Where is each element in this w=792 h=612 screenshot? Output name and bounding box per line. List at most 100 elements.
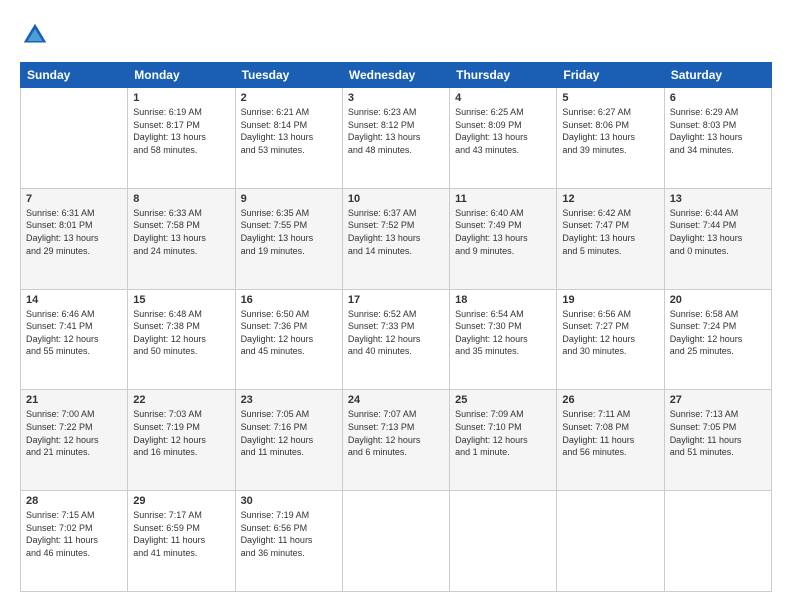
logo-icon <box>20 20 50 50</box>
day-number: 19 <box>562 294 658 306</box>
day-number: 29 <box>133 495 229 507</box>
day-number: 4 <box>455 92 551 104</box>
day-info: Sunrise: 6:23 AMSunset: 8:12 PMDaylight:… <box>348 106 444 156</box>
day-info: Sunrise: 7:17 AMSunset: 6:59 PMDaylight:… <box>133 509 229 559</box>
day-number: 25 <box>455 394 551 406</box>
day-number: 14 <box>26 294 122 306</box>
day-info: Sunrise: 6:27 AMSunset: 8:06 PMDaylight:… <box>562 106 658 156</box>
day-number: 11 <box>455 193 551 205</box>
day-number: 22 <box>133 394 229 406</box>
logo <box>20 20 54 50</box>
calendar-header-thursday: Thursday <box>450 63 557 88</box>
day-info: Sunrise: 6:48 AMSunset: 7:38 PMDaylight:… <box>133 308 229 358</box>
day-info: Sunrise: 6:37 AMSunset: 7:52 PMDaylight:… <box>348 207 444 257</box>
calendar-cell: 5 Sunrise: 6:27 AMSunset: 8:06 PMDaylight… <box>557 88 664 189</box>
day-info: Sunrise: 7:00 AMSunset: 7:22 PMDaylight:… <box>26 408 122 458</box>
calendar-cell <box>557 491 664 592</box>
calendar-week-4: 21 Sunrise: 7:00 AMSunset: 7:22 PMDayligh… <box>21 390 772 491</box>
day-number: 6 <box>670 92 766 104</box>
day-info: Sunrise: 7:07 AMSunset: 7:13 PMDaylight:… <box>348 408 444 458</box>
calendar-week-5: 28 Sunrise: 7:15 AMSunset: 7:02 PMDayligh… <box>21 491 772 592</box>
calendar-cell: 19 Sunrise: 6:56 AMSunset: 7:27 PMDayligh… <box>557 289 664 390</box>
day-number: 26 <box>562 394 658 406</box>
day-info: Sunrise: 6:31 AMSunset: 8:01 PMDaylight:… <box>26 207 122 257</box>
calendar-cell: 11Sunrise: 6:40 AMSunset: 7:49 PMDayligh… <box>450 188 557 289</box>
calendar-table: SundayMondayTuesdayWednesdayThursdayFrid… <box>20 62 772 592</box>
day-number: 27 <box>670 394 766 406</box>
calendar-cell: 30Sunrise: 7:19 AMSunset: 6:56 PMDayligh… <box>235 491 342 592</box>
day-info: Sunrise: 6:19 AMSunset: 8:17 PMDaylight:… <box>133 106 229 156</box>
day-info: Sunrise: 7:11 AMSunset: 7:08 PMDaylight:… <box>562 408 658 458</box>
calendar-cell: 18 Sunrise: 6:54 AMSunset: 7:30 PMDayligh… <box>450 289 557 390</box>
calendar-cell <box>450 491 557 592</box>
day-info: Sunrise: 7:13 AMSunset: 7:05 PMDaylight:… <box>670 408 766 458</box>
day-info: Sunrise: 6:25 AMSunset: 8:09 PMDaylight:… <box>455 106 551 156</box>
day-info: Sunrise: 6:46 AMSunset: 7:41 PMDaylight:… <box>26 308 122 358</box>
calendar-header-row: SundayMondayTuesdayWednesdayThursdayFrid… <box>21 63 772 88</box>
day-number: 1 <box>133 92 229 104</box>
day-info: Sunrise: 6:50 AMSunset: 7:36 PMDaylight:… <box>241 308 337 358</box>
calendar-week-3: 14 Sunrise: 6:46 AMSunset: 7:41 PMDayligh… <box>21 289 772 390</box>
page-header <box>20 20 772 50</box>
day-number: 13 <box>670 193 766 205</box>
day-info: Sunrise: 6:33 AMSunset: 7:58 PMDaylight:… <box>133 207 229 257</box>
calendar-cell <box>664 491 771 592</box>
calendar-cell: 25 Sunrise: 7:09 AMSunset: 7:10 PMDayligh… <box>450 390 557 491</box>
calendar-cell: 21 Sunrise: 7:00 AMSunset: 7:22 PMDayligh… <box>21 390 128 491</box>
calendar-header-sunday: Sunday <box>21 63 128 88</box>
calendar-cell: 20Sunrise: 6:58 AMSunset: 7:24 PMDayligh… <box>664 289 771 390</box>
calendar-cell: 7 Sunrise: 6:31 AMSunset: 8:01 PMDaylight… <box>21 188 128 289</box>
day-number: 3 <box>348 92 444 104</box>
calendar-cell: 13 Sunrise: 6:44 AMSunset: 7:44 PMDayligh… <box>664 188 771 289</box>
day-number: 15 <box>133 294 229 306</box>
day-number: 24 <box>348 394 444 406</box>
day-number: 28 <box>26 495 122 507</box>
day-info: Sunrise: 6:29 AMSunset: 8:03 PMDaylight:… <box>670 106 766 156</box>
day-number: 5 <box>562 92 658 104</box>
day-number: 20 <box>670 294 766 306</box>
calendar-cell: 10 Sunrise: 6:37 AMSunset: 7:52 PMDayligh… <box>342 188 449 289</box>
day-number: 12 <box>562 193 658 205</box>
calendar-week-2: 7 Sunrise: 6:31 AMSunset: 8:01 PMDaylight… <box>21 188 772 289</box>
day-info: Sunrise: 7:15 AMSunset: 7:02 PMDaylight:… <box>26 509 122 559</box>
day-info: Sunrise: 6:56 AMSunset: 7:27 PMDaylight:… <box>562 308 658 358</box>
day-info: Sunrise: 6:52 AMSunset: 7:33 PMDaylight:… <box>348 308 444 358</box>
calendar-week-1: 1 Sunrise: 6:19 AMSunset: 8:17 PMDaylight… <box>21 88 772 189</box>
day-number: 16 <box>241 294 337 306</box>
calendar-cell: 1 Sunrise: 6:19 AMSunset: 8:17 PMDaylight… <box>128 88 235 189</box>
calendar-header-friday: Friday <box>557 63 664 88</box>
day-info: Sunrise: 7:19 AMSunset: 6:56 PMDaylight:… <box>241 509 337 559</box>
calendar-cell: 12Sunrise: 6:42 AMSunset: 7:47 PMDayligh… <box>557 188 664 289</box>
day-info: Sunrise: 6:35 AMSunset: 7:55 PMDaylight:… <box>241 207 337 257</box>
day-info: Sunrise: 6:54 AMSunset: 7:30 PMDaylight:… <box>455 308 551 358</box>
calendar-cell: 27 Sunrise: 7:13 AMSunset: 7:05 PMDayligh… <box>664 390 771 491</box>
calendar-header-wednesday: Wednesday <box>342 63 449 88</box>
calendar-cell: 28 Sunrise: 7:15 AMSunset: 7:02 PMDayligh… <box>21 491 128 592</box>
day-number: 18 <box>455 294 551 306</box>
calendar-cell: 4 Sunrise: 6:25 AMSunset: 8:09 PMDaylight… <box>450 88 557 189</box>
day-info: Sunrise: 6:44 AMSunset: 7:44 PMDaylight:… <box>670 207 766 257</box>
day-info: Sunrise: 7:09 AMSunset: 7:10 PMDaylight:… <box>455 408 551 458</box>
calendar-cell: 8 Sunrise: 6:33 AMSunset: 7:58 PMDaylight… <box>128 188 235 289</box>
day-info: Sunrise: 6:21 AMSunset: 8:14 PMDaylight:… <box>241 106 337 156</box>
calendar-header-monday: Monday <box>128 63 235 88</box>
calendar-cell: 26 Sunrise: 7:11 AMSunset: 7:08 PMDayligh… <box>557 390 664 491</box>
day-number: 21 <box>26 394 122 406</box>
calendar-cell <box>21 88 128 189</box>
calendar-cell <box>342 491 449 592</box>
calendar-cell: 29 Sunrise: 7:17 AMSunset: 6:59 PMDayligh… <box>128 491 235 592</box>
day-info: Sunrise: 7:05 AMSunset: 7:16 PMDaylight:… <box>241 408 337 458</box>
calendar-cell: 15 Sunrise: 6:48 AMSunset: 7:38 PMDayligh… <box>128 289 235 390</box>
calendar-cell: 6 Sunrise: 6:29 AMSunset: 8:03 PMDaylight… <box>664 88 771 189</box>
day-info: Sunrise: 7:03 AMSunset: 7:19 PMDaylight:… <box>133 408 229 458</box>
calendar-cell: 22 Sunrise: 7:03 AMSunset: 7:19 PMDayligh… <box>128 390 235 491</box>
day-number: 10 <box>348 193 444 205</box>
day-number: 7 <box>26 193 122 205</box>
calendar-cell: 14 Sunrise: 6:46 AMSunset: 7:41 PMDayligh… <box>21 289 128 390</box>
calendar-cell: 16 Sunrise: 6:50 AMSunset: 7:36 PMDayligh… <box>235 289 342 390</box>
calendar-cell: 9 Sunrise: 6:35 AMSunset: 7:55 PMDaylight… <box>235 188 342 289</box>
calendar-cell: 17Sunrise: 6:52 AMSunset: 7:33 PMDayligh… <box>342 289 449 390</box>
day-number: 9 <box>241 193 337 205</box>
day-number: 8 <box>133 193 229 205</box>
calendar-cell: 3 Sunrise: 6:23 AMSunset: 8:12 PMDaylight… <box>342 88 449 189</box>
